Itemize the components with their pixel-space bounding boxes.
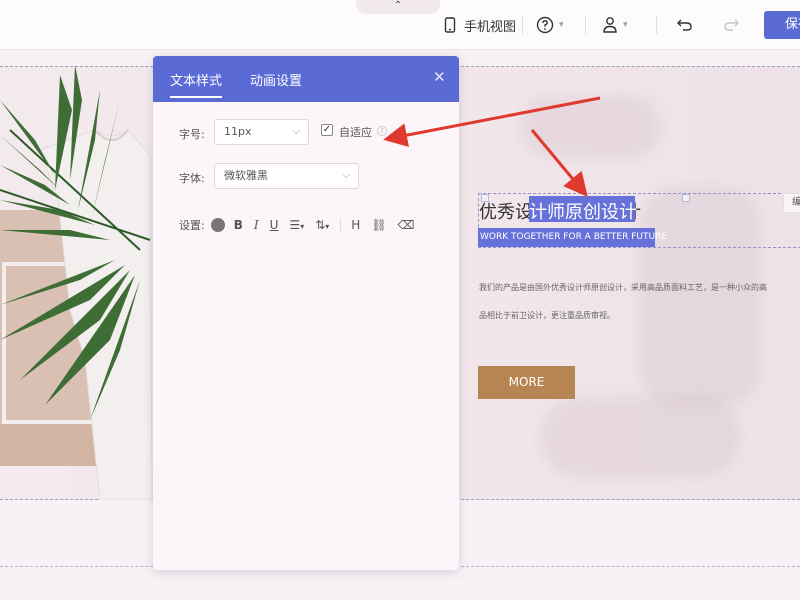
- annotation-arrows: [383, 96, 601, 197]
- arrow-to-auto-fit: [383, 96, 601, 147]
- arrow-to-title: [530, 129, 588, 197]
